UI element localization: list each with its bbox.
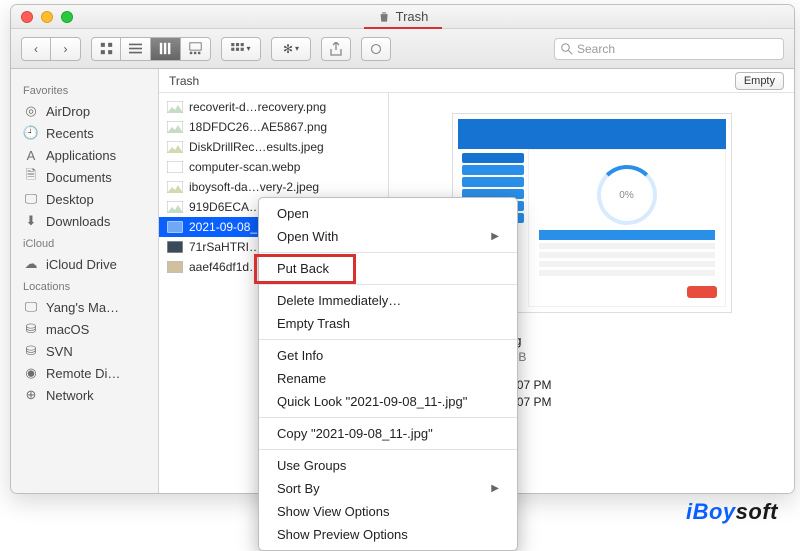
share-button[interactable] [321,37,351,61]
search-placeholder: Search [577,42,615,56]
menu-separator [259,417,517,418]
watermark-logo: iBoysoft [686,499,778,525]
trash-icon [377,10,391,24]
action-button[interactable]: ✻▾ [271,37,311,61]
file-row[interactable]: recoverit-d…recovery.png [159,97,388,117]
sidebar: Favorites ◎AirDrop 🕘Recents AApplication… [11,69,159,493]
menu-separator [259,284,517,285]
forward-button[interactable]: › [51,37,81,61]
jpeg-icon [167,180,183,194]
sidebar-item-svn[interactable]: ⛁SVN [11,340,158,362]
zoom-button[interactable] [61,11,73,23]
minimize-button[interactable] [41,11,53,23]
menu-put-back[interactable]: Put Back [259,257,517,280]
nav-buttons: ‹ › [21,37,81,61]
sidebar-item-macos[interactable]: ⛁macOS [11,318,158,340]
jpg-icon [167,260,183,274]
file-row[interactable]: computer-scan.webp [159,157,388,177]
recents-icon: 🕘 [23,125,39,141]
sidebar-header-favorites: Favorites [11,79,158,100]
menu-open[interactable]: Open [259,202,517,225]
menu-delete-immediately[interactable]: Delete Immediately… [259,289,517,312]
submenu-arrow-icon: ▶ [491,231,499,242]
menu-quick-look[interactable]: Quick Look "2021-09-08_11-.jpg" [259,390,517,413]
close-button[interactable] [21,11,33,23]
menu-open-with[interactable]: Open With▶ [259,225,517,248]
search-icon [561,43,573,55]
view-buttons [91,37,211,61]
png-icon [167,120,183,134]
sidebar-item-applications[interactable]: AApplications [11,144,158,166]
sidebar-item-mac[interactable]: 🖵Yang's Ma… [11,296,158,318]
back-button[interactable]: ‹ [21,37,51,61]
jpg-icon [167,240,183,254]
context-menu: Open Open With▶ Put Back Delete Immediat… [258,197,518,551]
view-list-button[interactable] [121,37,151,61]
computer-icon: 🖵 [23,299,39,315]
menu-separator [259,339,517,340]
jpeg-icon [167,140,183,154]
group-button-group: ▾ [221,37,261,61]
png-icon [167,200,183,214]
path-bar: Trash Empty [159,69,794,93]
titlebar[interactable]: Trash [11,5,794,29]
menu-show-preview-options[interactable]: Show Preview Options [259,523,517,546]
sidebar-item-desktop[interactable]: 🖵Desktop [11,188,158,210]
annotation-underline-title [364,27,442,29]
empty-trash-button[interactable]: Empty [735,72,784,90]
jpg-icon [167,220,183,234]
menu-empty-trash[interactable]: Empty Trash [259,312,517,335]
menu-sort-by[interactable]: Sort By▶ [259,477,517,500]
toolbar: ‹ › ▾ ✻▾ Search [11,29,794,69]
applications-icon: A [23,147,39,163]
network-icon: ⊕ [23,387,39,403]
arrange-button[interactable]: ▾ [221,37,261,61]
disk-icon: ⛁ [23,343,39,359]
sidebar-item-remote[interactable]: ◉Remote Di… [11,362,158,384]
airdrop-icon: ◎ [23,103,39,119]
cloud-icon: ☁ [23,256,39,272]
tags-button[interactable] [361,37,391,61]
disk-icon: ⛁ [23,321,39,337]
window-title-text: Trash [396,9,429,24]
submenu-arrow-icon: ▶ [491,483,499,494]
location-title: Trash [169,74,199,88]
menu-rename[interactable]: Rename [259,367,517,390]
view-columns-button[interactable] [151,37,181,61]
sidebar-item-documents[interactable]: 🗎Documents [11,166,158,188]
sidebar-header-icloud: iCloud [11,232,158,253]
desktop-icon: 🖵 [23,191,39,207]
window-controls [21,11,73,23]
remote-disc-icon: ◉ [23,365,39,381]
png-icon [167,100,183,114]
downloads-icon: ⬇ [23,213,39,229]
menu-separator [259,449,517,450]
menu-get-info[interactable]: Get Info [259,344,517,367]
menu-show-view-options[interactable]: Show View Options [259,500,517,523]
search-field[interactable]: Search [554,38,784,60]
sidebar-header-locations: Locations [11,275,158,296]
view-icons-button[interactable] [91,37,121,61]
documents-icon: 🗎 [23,169,39,185]
file-row[interactable]: iboysoft-da…very-2.jpeg [159,177,388,197]
file-row[interactable]: 18DFDC26…AE5867.png [159,117,388,137]
view-gallery-button[interactable] [181,37,211,61]
sidebar-item-downloads[interactable]: ⬇Downloads [11,210,158,232]
sidebar-item-airdrop[interactable]: ◎AirDrop [11,100,158,122]
sidebar-item-network[interactable]: ⊕Network [11,384,158,406]
file-row[interactable]: DiskDrillRec…esults.jpeg [159,137,388,157]
sidebar-item-recents[interactable]: 🕘Recents [11,122,158,144]
sidebar-item-icloud[interactable]: ☁iCloud Drive [11,253,158,275]
webp-icon [167,160,183,174]
menu-use-groups[interactable]: Use Groups [259,454,517,477]
window-title: Trash [377,9,429,24]
menu-copy[interactable]: Copy "2021-09-08_11-.jpg" [259,422,517,445]
menu-separator [259,252,517,253]
